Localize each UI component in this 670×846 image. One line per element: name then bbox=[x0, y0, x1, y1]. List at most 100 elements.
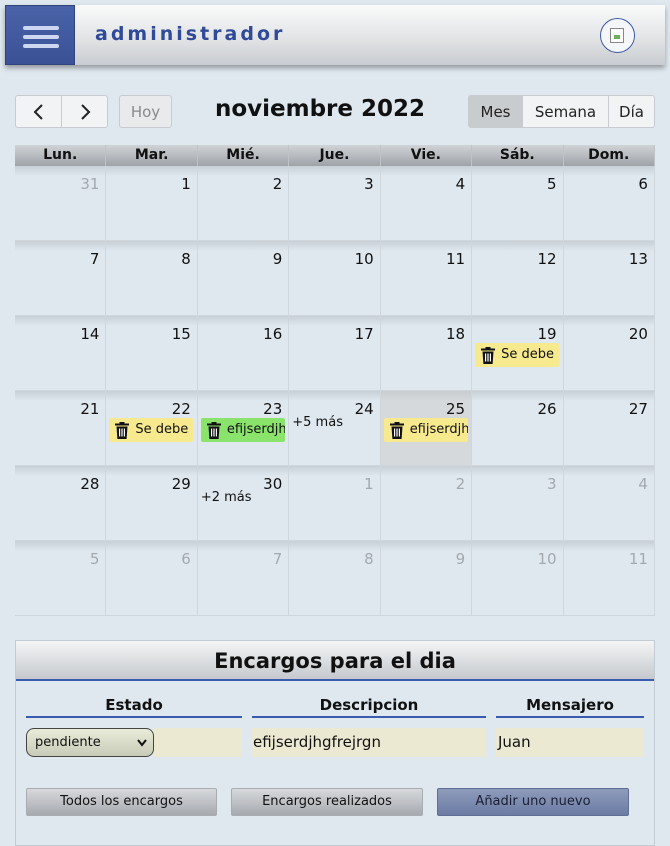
calendar-day[interactable]: 1 bbox=[289, 466, 381, 541]
view-day-button[interactable]: Día bbox=[608, 95, 655, 128]
trash-icon[interactable] bbox=[481, 347, 496, 364]
day-number[interactable]: 10 bbox=[355, 250, 374, 268]
calendar-event[interactable]: Se debe bbox=[475, 343, 560, 367]
day-number[interactable]: 24 bbox=[355, 400, 374, 418]
view-week-button[interactable]: Semana bbox=[522, 95, 609, 128]
more-events-link[interactable]: +2 más bbox=[201, 490, 252, 505]
calendar-day[interactable]: 10 bbox=[472, 541, 564, 616]
calendar-day[interactable]: 20 bbox=[563, 316, 655, 391]
calendar-day[interactable]: 21 bbox=[15, 391, 107, 466]
calendar-day[interactable]: 6 bbox=[106, 541, 198, 616]
day-number[interactable]: 30 bbox=[263, 475, 282, 493]
calendar-day[interactable]: 16 bbox=[197, 316, 290, 391]
calendar-day[interactable]: 7 bbox=[15, 241, 107, 316]
calendar-day[interactable]: 29 bbox=[106, 466, 198, 541]
day-number[interactable]: 1 bbox=[181, 175, 191, 193]
calendar-day[interactable]: 13 bbox=[563, 241, 655, 316]
day-number[interactable]: 27 bbox=[629, 400, 648, 418]
calendar-day[interactable]: 11 bbox=[380, 241, 473, 316]
day-number[interactable]: 11 bbox=[629, 550, 648, 568]
calendar-event[interactable]: Se debe bbox=[109, 418, 194, 442]
day-number[interactable]: 2 bbox=[273, 175, 283, 193]
estado-select[interactable]: pendiente bbox=[26, 728, 154, 757]
calendar-day[interactable]: 4 bbox=[380, 166, 473, 241]
day-number[interactable]: 26 bbox=[537, 400, 556, 418]
day-number[interactable]: 25 bbox=[446, 400, 465, 418]
trash-icon[interactable] bbox=[115, 422, 130, 439]
day-number[interactable]: 8 bbox=[364, 550, 374, 568]
calendar-day[interactable]: 5 bbox=[472, 166, 564, 241]
day-number[interactable]: 18 bbox=[446, 325, 465, 343]
calendar-day[interactable]: 9 bbox=[380, 541, 473, 616]
day-number[interactable]: 23 bbox=[263, 400, 282, 418]
day-number[interactable]: 4 bbox=[638, 475, 648, 493]
completed-orders-button[interactable]: Encargos realizados bbox=[231, 788, 423, 816]
day-number[interactable]: 11 bbox=[446, 250, 465, 268]
day-number[interactable]: 6 bbox=[181, 550, 191, 568]
day-number[interactable]: 1 bbox=[364, 475, 374, 493]
day-number[interactable]: 7 bbox=[90, 250, 100, 268]
day-number[interactable]: 2 bbox=[456, 475, 466, 493]
day-number[interactable]: 6 bbox=[638, 175, 648, 193]
day-number[interactable]: 3 bbox=[547, 475, 557, 493]
day-number[interactable]: 31 bbox=[80, 175, 99, 193]
more-events-link[interactable]: +5 más bbox=[292, 415, 343, 430]
calendar-day[interactable]: 8 bbox=[289, 541, 381, 616]
next-month-button[interactable] bbox=[61, 95, 108, 128]
calendar-day[interactable]: 10 bbox=[289, 241, 381, 316]
day-number[interactable]: 29 bbox=[172, 475, 191, 493]
calendar-day[interactable]: 23 efijserdjhgfrejrgn bbox=[197, 391, 290, 466]
day-number[interactable]: 14 bbox=[80, 325, 99, 343]
calendar-day[interactable]: 4 bbox=[563, 466, 655, 541]
calendar-day[interactable]: 7 bbox=[197, 541, 290, 616]
calendar-day[interactable]: 11 bbox=[563, 541, 655, 616]
day-number[interactable]: 4 bbox=[456, 175, 466, 193]
calendar-event[interactable]: efijserdjhgfrejrgn bbox=[200, 418, 285, 442]
calendar-day[interactable]: 2 bbox=[197, 166, 290, 241]
view-month-button[interactable]: Mes bbox=[468, 95, 523, 128]
calendar-day[interactable]: 27 bbox=[563, 391, 655, 466]
day-number[interactable]: 28 bbox=[80, 475, 99, 493]
day-number[interactable]: 12 bbox=[537, 250, 556, 268]
prev-month-button[interactable] bbox=[15, 95, 62, 128]
all-orders-button[interactable]: Todos los encargos bbox=[26, 788, 217, 816]
calendar-day[interactable]: 22 Se debe bbox=[106, 391, 198, 466]
calendar-day[interactable]: 18 bbox=[380, 316, 473, 391]
day-number[interactable]: 22 bbox=[172, 400, 191, 418]
calendar-day[interactable]: 24 +5 más bbox=[289, 391, 381, 466]
calendar-day[interactable]: 3 bbox=[289, 166, 381, 241]
day-number[interactable]: 17 bbox=[355, 325, 374, 343]
calendar-day[interactable]: 6 bbox=[563, 166, 655, 241]
day-number[interactable]: 8 bbox=[181, 250, 191, 268]
calendar-day[interactable]: 26 bbox=[472, 391, 564, 466]
calendar-day-today[interactable]: 25 efijserdjhgfrejrgn bbox=[380, 391, 473, 466]
calendar-day[interactable]: 30 +2 más bbox=[197, 466, 290, 541]
day-number[interactable]: 16 bbox=[263, 325, 282, 343]
calendar-day[interactable]: 1 bbox=[106, 166, 198, 241]
day-number[interactable]: 9 bbox=[456, 550, 466, 568]
today-button[interactable]: Hoy bbox=[119, 95, 172, 128]
day-number[interactable]: 20 bbox=[629, 325, 648, 343]
calendar-day[interactable]: 12 bbox=[472, 241, 564, 316]
day-number[interactable]: 9 bbox=[273, 250, 283, 268]
add-new-order-button[interactable]: Añadir uno nuevo bbox=[437, 788, 629, 816]
day-number[interactable]: 13 bbox=[629, 250, 648, 268]
calendar-day[interactable]: 8 bbox=[106, 241, 198, 316]
calendar-day[interactable]: 3 bbox=[472, 466, 564, 541]
calendar-day[interactable]: 14 bbox=[15, 316, 107, 391]
day-number[interactable]: 21 bbox=[80, 400, 99, 418]
calendar-day[interactable]: 28 bbox=[15, 466, 107, 541]
user-avatar[interactable] bbox=[600, 18, 635, 53]
calendar-day[interactable]: 19 Se debe bbox=[472, 316, 564, 391]
calendar-day[interactable]: 9 bbox=[197, 241, 290, 316]
calendar-event[interactable]: efijserdjhgfrejrgn bbox=[383, 418, 468, 442]
day-number[interactable]: 5 bbox=[547, 175, 557, 193]
hamburger-icon[interactable] bbox=[5, 5, 75, 65]
trash-icon[interactable] bbox=[389, 422, 404, 439]
calendar-day[interactable]: 5 bbox=[15, 541, 107, 616]
day-number[interactable]: 10 bbox=[537, 550, 556, 568]
calendar-day[interactable]: 2 bbox=[380, 466, 473, 541]
day-number[interactable]: 5 bbox=[90, 550, 100, 568]
day-number[interactable]: 7 bbox=[273, 550, 283, 568]
day-number[interactable]: 19 bbox=[537, 325, 556, 343]
